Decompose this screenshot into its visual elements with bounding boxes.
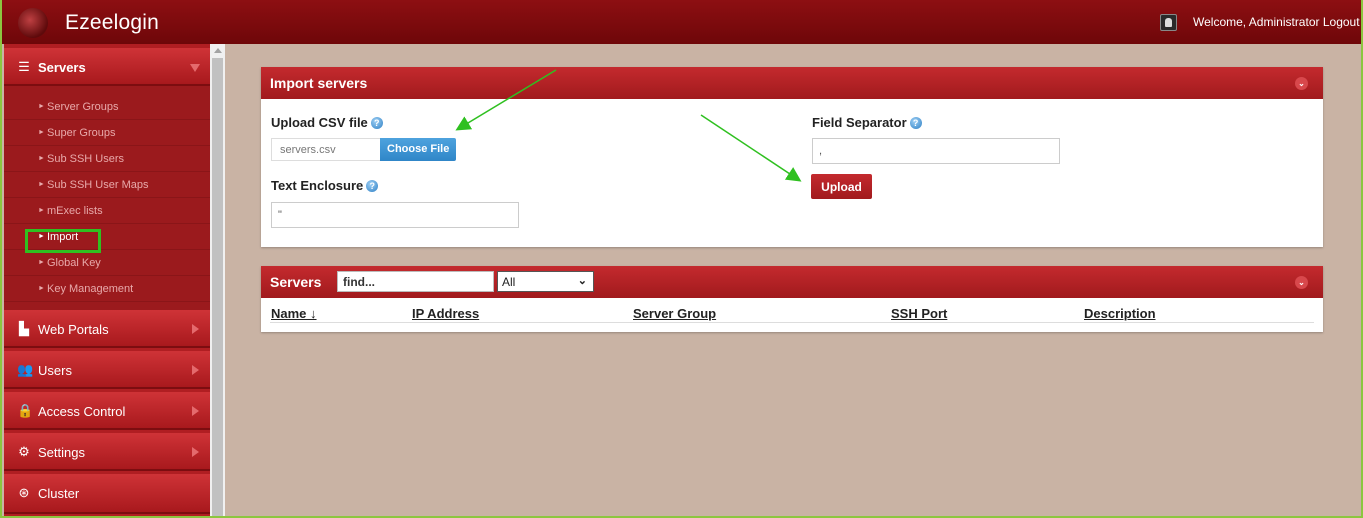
submenu-item-key-management[interactable]: ► Key Management: [4, 276, 210, 302]
sidebar-item-web-portals[interactable]: ▙ Web Portals: [4, 310, 210, 348]
bullet-icon: ►: [38, 103, 45, 110]
choose-file-button[interactable]: Choose File: [380, 138, 457, 161]
label-text: Upload CSV file: [271, 115, 368, 130]
column-header-server-group[interactable]: Server Group: [633, 306, 716, 321]
welcome-bar: Welcome, Administrator Logout: [1193, 15, 1360, 29]
upload-csv-label: Upload CSV file?: [271, 115, 383, 130]
submenu-item-mexec-lists[interactable]: ► mExec lists: [4, 198, 210, 224]
chevron-right-icon: [192, 447, 199, 457]
dashboard-icon: ▙: [19, 321, 29, 336]
upload-button[interactable]: Upload: [811, 174, 872, 199]
welcome-text: Welcome, Administrator: [1193, 15, 1320, 29]
select-value: All: [502, 275, 516, 289]
list-icon: ☰: [18, 59, 30, 74]
sidebar-item-label: Users: [38, 363, 72, 378]
logo-icon: [18, 8, 48, 38]
server-filter-select[interactable]: All ⌄: [497, 271, 594, 292]
submenu-item-super-groups[interactable]: ► Super Groups: [4, 120, 210, 146]
column-header-name[interactable]: Name ↓: [271, 306, 317, 321]
gears-icon: ⚙: [18, 444, 30, 459]
import-panel-header: Import servers ⌄: [261, 67, 1323, 99]
sidebar-scrollbar[interactable]: [210, 44, 225, 518]
servers-panel-header: Servers find... All ⌄ ⌄: [261, 266, 1323, 298]
sidebar-item-label: Cluster: [38, 486, 80, 501]
bullet-icon: ►: [38, 207, 45, 214]
sidebar-item-cluster[interactable]: ⊛ Cluster: [4, 474, 210, 514]
table-divider: [270, 322, 1314, 323]
help-icon[interactable]: ?: [366, 180, 379, 192]
file-name-display: servers.csv: [271, 138, 381, 161]
collapse-icon[interactable]: ⌄: [1295, 77, 1308, 90]
lock-icon: 🔒: [17, 403, 34, 418]
field-separator-label: Field Separator?: [812, 115, 922, 130]
sidebar-item-access-control[interactable]: 🔒 Access Control: [4, 392, 210, 430]
servers-submenu: ► Server Groups ► Super Groups ► Sub SSH Us…: [4, 86, 210, 310]
text-enclosure-input[interactable]: ": [271, 202, 519, 228]
highlight-box: [25, 229, 101, 253]
user-icon[interactable]: [1160, 14, 1177, 31]
column-header-description[interactable]: Description: [1084, 306, 1156, 321]
bullet-icon: ►: [38, 181, 45, 188]
top-bar: Ezeelogin Welcome, Administrator Logout: [0, 0, 1363, 44]
sidebar-item-label: Servers: [38, 60, 86, 75]
field-separator-input[interactable]: ,: [812, 138, 1060, 164]
logout-link[interactable]: Logout: [1323, 15, 1360, 29]
search-input[interactable]: find...: [337, 271, 494, 292]
bullet-icon: ►: [38, 129, 45, 136]
text-enclosure-label: Text Enclosure?: [271, 178, 379, 193]
import-servers-panel: Import servers ⌄ Upload CSV file? server…: [261, 67, 1323, 247]
collapse-icon[interactable]: ⌄: [1295, 276, 1308, 289]
submenu-item-global-key[interactable]: ► Global Key: [4, 250, 210, 276]
sidebar-item-servers[interactable]: ☰ Servers: [4, 48, 210, 86]
sidebar-item-settings[interactable]: ⚙ Settings: [4, 433, 210, 471]
help-icon[interactable]: ?: [909, 117, 922, 129]
column-header-ssh-port[interactable]: SSH Port: [891, 306, 947, 321]
submenu-item-sub-ssh-user-maps[interactable]: ► Sub SSH User Maps: [4, 172, 210, 198]
scroll-up-icon[interactable]: [214, 48, 222, 53]
bullet-icon: ►: [38, 259, 45, 266]
label-text: Field Separator: [812, 115, 907, 130]
submenu-item-server-groups[interactable]: ► Server Groups: [4, 94, 210, 120]
bullet-icon: ►: [38, 155, 45, 162]
help-icon[interactable]: ?: [370, 117, 383, 129]
sidebar-item-label: Settings: [38, 445, 85, 460]
panel-title: Import servers: [270, 75, 368, 91]
cluster-icon: ⊛: [18, 485, 30, 500]
column-header-ip-address[interactable]: IP Address: [412, 306, 479, 321]
sidebar-item-label: Access Control: [38, 404, 126, 419]
chevron-right-icon: [192, 324, 199, 334]
panel-title: Servers: [270, 274, 322, 290]
submenu-item-sub-ssh-users[interactable]: ► Sub SSH Users: [4, 146, 210, 172]
servers-panel: Servers find... All ⌄ ⌄ Name ↓ IP Addres…: [261, 266, 1323, 332]
label-text: Text Enclosure: [271, 178, 364, 193]
chevron-right-icon: [192, 365, 199, 375]
sidebar-item-label: Web Portals: [38, 322, 109, 337]
scrollbar-thumb[interactable]: [212, 58, 223, 518]
app-name: Ezeelogin: [65, 11, 160, 34]
bullet-icon: ►: [38, 285, 45, 292]
users-icon: 👥: [17, 362, 34, 377]
chevron-down-icon: ⌄: [577, 275, 587, 287]
chevron-down-icon: [190, 64, 200, 72]
sidebar-item-users[interactable]: 👥 Users: [4, 351, 210, 389]
chevron-right-icon: [192, 406, 199, 416]
